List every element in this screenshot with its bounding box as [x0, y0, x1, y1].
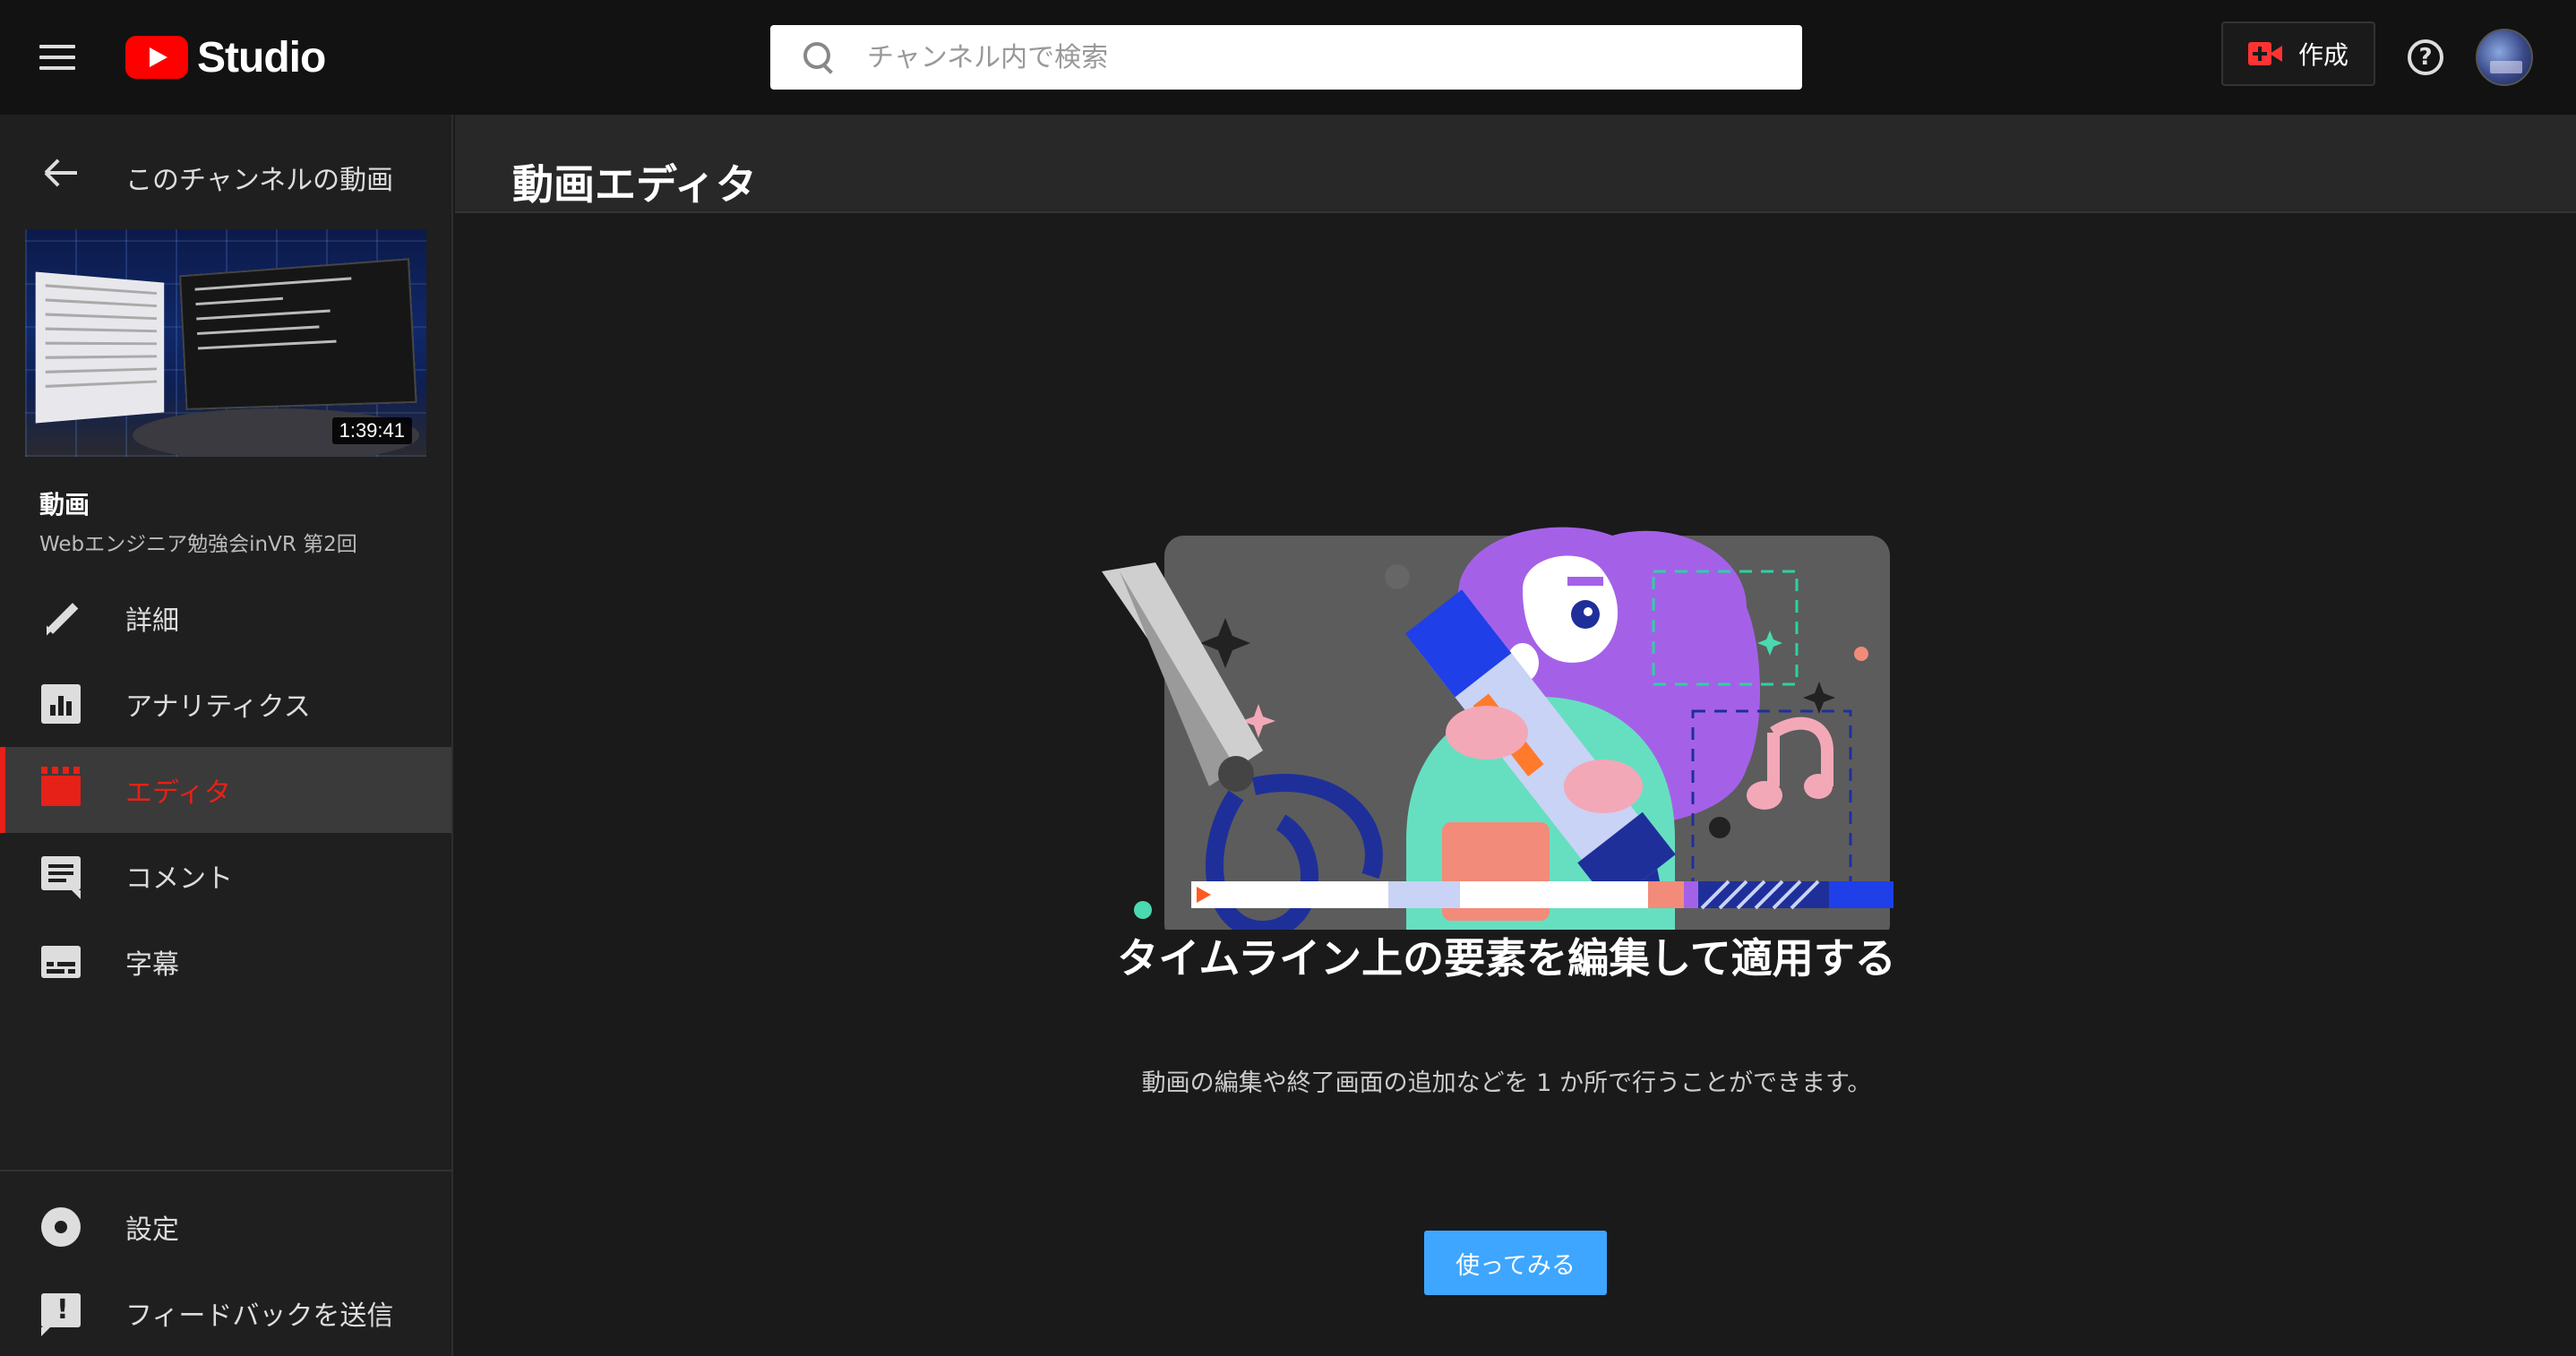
sidebar: このチャンネルの動画 1:39:41 動画 Webエンジニア勉強会inVR 第2…	[0, 115, 453, 1356]
sidebar-item-analytics[interactable]: アナリティクス	[0, 661, 451, 747]
sidebar-item-subtitles[interactable]: 字幕	[0, 919, 451, 1005]
back-label: このチャンネルの動画	[125, 158, 393, 197]
studio-logo[interactable]: Studio	[125, 34, 325, 81]
feedback-icon	[41, 1293, 81, 1327]
page-title: 動画エディタ	[512, 152, 757, 211]
sidebar-item-details[interactable]: 詳細	[0, 575, 451, 661]
back-to-channel-videos[interactable]: このチャンネルの動画	[0, 142, 453, 204]
empty-state-description: 動画の編集や終了画面の追加などを 1 か所で行うことができます。	[1103, 1062, 1910, 1105]
video-thumbnail[interactable]: 1:39:41	[25, 229, 426, 457]
create-label: 作成	[2298, 36, 2348, 72]
empty-state-headline: タイムライン上の要素を編集して適用する	[1103, 930, 1910, 987]
comment-icon	[41, 856, 81, 890]
video-duration: 1:39:41	[332, 417, 412, 444]
gear-icon	[45, 1211, 77, 1243]
main-content: 動画エディタ タイムライン上の要素を編集して適用する 動画の編集や終了画面の追加…	[455, 115, 2576, 1356]
video-section-label: 動画	[39, 485, 90, 521]
help-icon[interactable]: ?	[2408, 39, 2443, 75]
sidebar-item-label: フィードバックを送信	[125, 1293, 393, 1333]
sidebar-item-label: 設定	[125, 1207, 179, 1247]
sidebar-nav: 詳細 アナリティクス エディタ コメント 字幕	[0, 575, 451, 1005]
sidebar-item-feedback[interactable]: フィードバックを送信	[0, 1270, 451, 1356]
search-icon[interactable]	[801, 39, 837, 75]
sidebar-item-label: 詳細	[125, 598, 179, 638]
sidebar-item-editor[interactable]: エディタ	[0, 747, 451, 833]
video-camera-add-icon	[2248, 42, 2282, 65]
top-bar: Studio 作成 ?	[0, 0, 2576, 115]
clapperboard-icon	[41, 776, 81, 806]
pencil-icon	[41, 598, 81, 638]
hamburger-menu-icon[interactable]	[39, 45, 75, 70]
subtitles-icon	[41, 946, 81, 978]
sidebar-divider	[0, 1170, 451, 1171]
editor-illustration	[1102, 428, 1908, 930]
page-header: 動画エディタ	[455, 115, 2576, 213]
search-bar[interactable]	[770, 25, 1802, 90]
sidebar-item-comments[interactable]: コメント	[0, 833, 451, 919]
logo-text: Studio	[197, 33, 325, 82]
sidebar-item-label: エディタ	[125, 770, 231, 810]
create-button[interactable]: 作成	[2221, 21, 2375, 86]
back-arrow-icon	[43, 159, 79, 186]
sidebar-item-label: アナリティクス	[125, 684, 311, 724]
sidebar-item-label: 字幕	[125, 942, 179, 982]
try-it-button[interactable]: 使ってみる	[1424, 1231, 1607, 1295]
avatar[interactable]	[2476, 29, 2533, 86]
search-input[interactable]	[867, 42, 1763, 73]
video-title: Webエンジニア勉強会inVR 第2回	[39, 527, 357, 557]
analytics-icon	[41, 684, 81, 724]
sidebar-bottom-nav: 設定 フィードバックを送信	[0, 1184, 451, 1356]
sidebar-item-settings[interactable]: 設定	[0, 1184, 451, 1270]
youtube-play-icon	[125, 36, 188, 79]
sidebar-item-label: コメント	[125, 856, 233, 896]
